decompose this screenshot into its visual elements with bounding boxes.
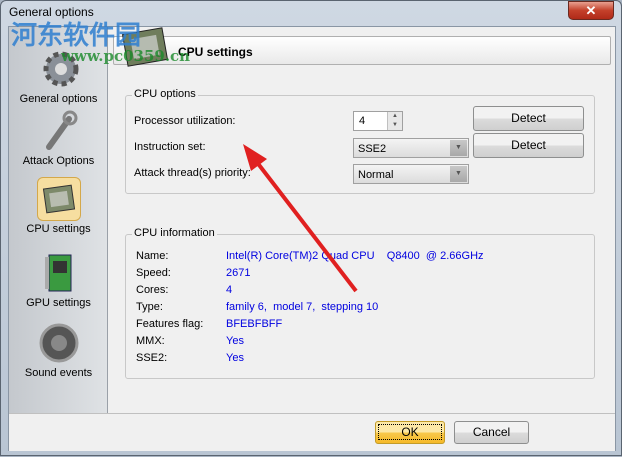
annotation-arrow (243, 144, 358, 293)
watermark-url: www.pc0359.cn (61, 47, 191, 65)
dialog-window: General options ✕ General options Attack… (0, 0, 622, 456)
